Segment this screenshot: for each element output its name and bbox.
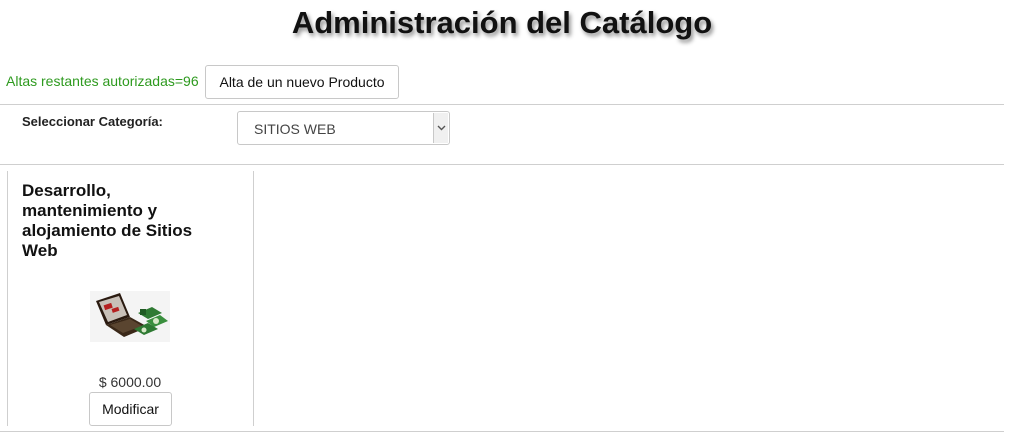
- category-select[interactable]: SITIOS WEB: [237, 111, 450, 145]
- chevron-down-icon[interactable]: [433, 113, 448, 143]
- remaining-quota-text: Altas restantes autorizadas=96: [6, 73, 199, 89]
- divider: [0, 431, 1004, 432]
- divider: [0, 164, 1004, 165]
- page-title: Administración del Catálogo: [291, 5, 713, 40]
- product-price: $ 6000.00: [98, 374, 162, 390]
- modify-button[interactable]: Modificar: [89, 392, 172, 426]
- new-product-button[interactable]: Alta de un nuevo Producto: [205, 65, 399, 99]
- divider: [0, 104, 1004, 105]
- laptop-with-money-icon: [90, 291, 170, 342]
- category-select-value: SITIOS WEB: [254, 121, 336, 137]
- product-title: Desarrollo, mantenimiento y alojamiento …: [22, 181, 193, 260]
- category-label: Seleccionar Categoría:: [22, 114, 163, 129]
